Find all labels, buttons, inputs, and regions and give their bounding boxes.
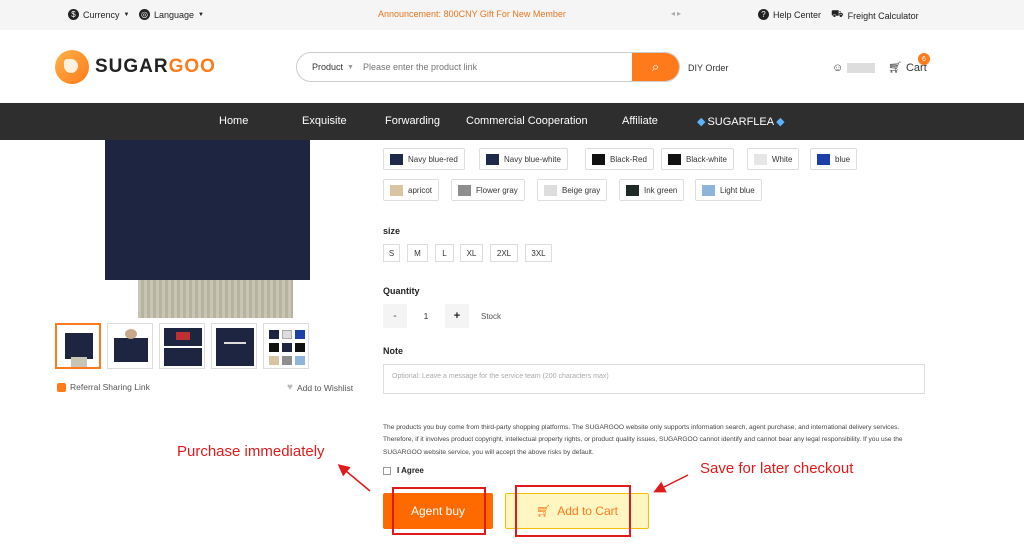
arrow-right-icon [653, 474, 689, 493]
annotation-arrows [337, 464, 689, 493]
arrow-left-icon [337, 464, 371, 492]
